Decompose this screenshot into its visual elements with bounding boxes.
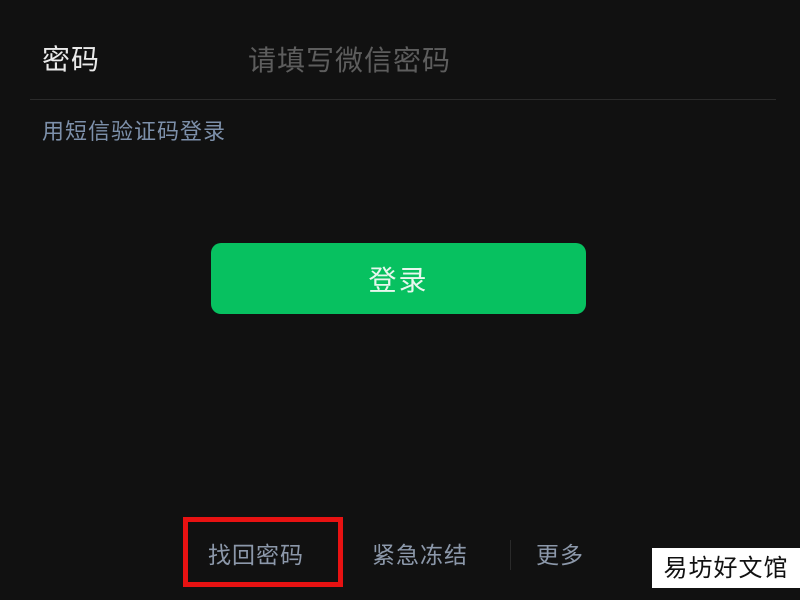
sms-login-link[interactable]: 用短信验证码登录 [42, 116, 226, 150]
divider [30, 99, 776, 100]
password-input[interactable] [240, 38, 768, 82]
footer-separator [510, 540, 511, 570]
wechat-password-login-screen: 密码 用短信验证码登录 登录 找回密码 紧急冻结 更多 易坊好文馆 [0, 0, 800, 600]
more-link[interactable]: 更多 [536, 538, 584, 574]
password-label: 密码 [42, 43, 101, 76]
recover-password-link[interactable]: 找回密码 [208, 538, 304, 574]
watermark: 易坊好文馆 [652, 548, 800, 588]
login-button[interactable]: 登录 [211, 243, 586, 314]
emergency-freeze-link[interactable]: 紧急冻结 [372, 538, 468, 574]
password-row: 密码 [0, 0, 800, 100]
